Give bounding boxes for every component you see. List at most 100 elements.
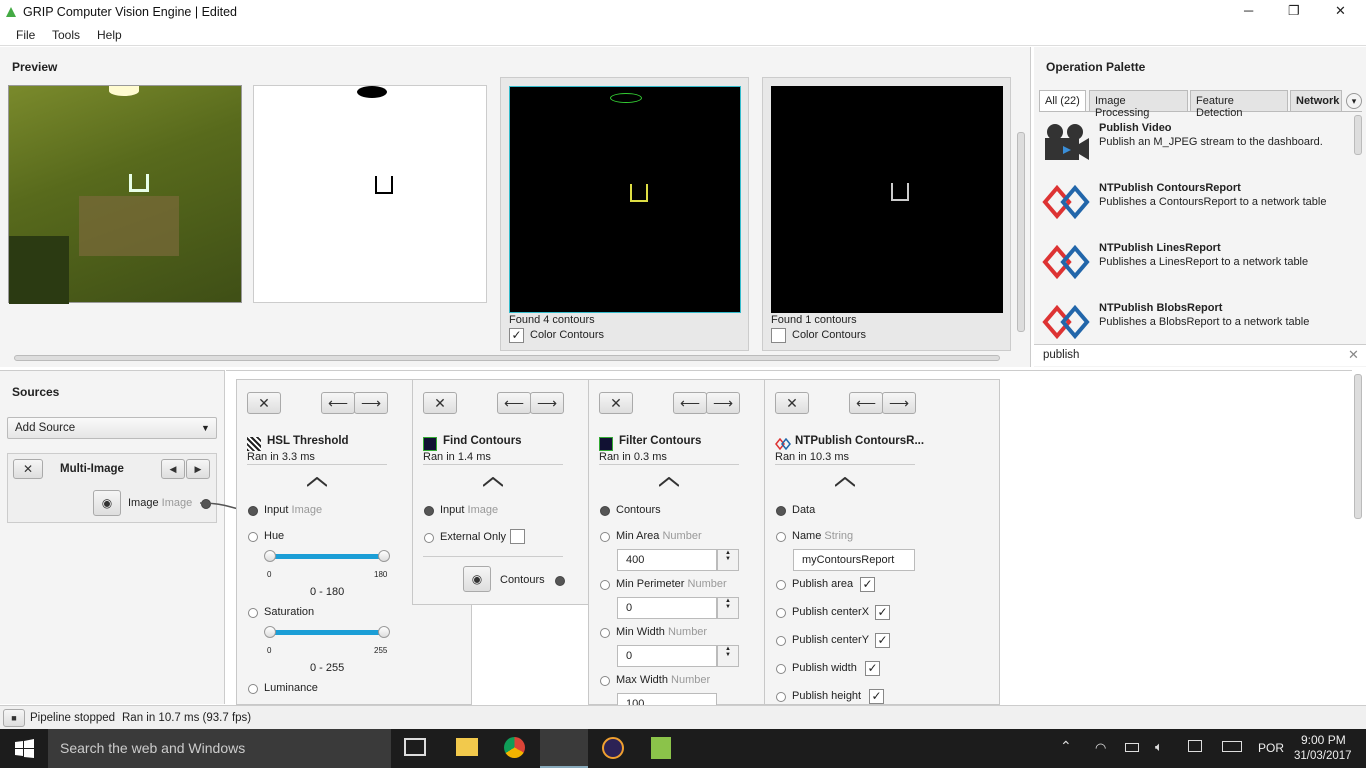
tab-feature-detection[interactable]: Feature Detection bbox=[1190, 90, 1288, 119]
sat-min-knob[interactable] bbox=[264, 626, 276, 638]
external-only-socket[interactable] bbox=[424, 533, 434, 543]
grip-taskbar-icon[interactable] bbox=[540, 729, 588, 768]
delete-step-button[interactable]: ✕ bbox=[423, 392, 457, 414]
taskbar-search-input[interactable]: Search the web and Windows bbox=[60, 740, 245, 756]
publish-area-socket[interactable] bbox=[776, 580, 786, 590]
move-right-button[interactable]: ⟶ bbox=[354, 392, 388, 414]
delete-step-button[interactable]: ✕ bbox=[775, 392, 809, 414]
clear-search-icon[interactable]: ✕ bbox=[1348, 347, 1359, 363]
remove-source-button[interactable]: ✕ bbox=[13, 459, 43, 479]
move-left-button[interactable]: ⟵ bbox=[497, 392, 531, 414]
palette-item-publish-video[interactable]: Publish Video Publish an M_JPEG stream t… bbox=[1039, 118, 1354, 178]
publish-centerx-socket[interactable] bbox=[776, 608, 786, 618]
palette-scrollbar[interactable] bbox=[1354, 115, 1362, 155]
publish-centery-socket[interactable] bbox=[776, 636, 786, 646]
collapse-icon[interactable] bbox=[307, 477, 327, 487]
clock-date[interactable]: 31/03/2017 bbox=[1294, 750, 1352, 762]
hue-socket[interactable] bbox=[248, 532, 258, 542]
chevron-up-icon[interactable]: ⌃ bbox=[1060, 738, 1072, 755]
tab-all[interactable]: All (22) bbox=[1039, 90, 1086, 112]
min-width-input[interactable]: 0 bbox=[617, 645, 717, 667]
preview-vscrollbar[interactable] bbox=[1017, 132, 1025, 332]
hue-max-knob[interactable] bbox=[378, 550, 390, 562]
data-input-socket[interactable] bbox=[776, 506, 786, 516]
color-contours-checkbox-2[interactable] bbox=[771, 328, 786, 343]
move-left-button[interactable]: ⟵ bbox=[321, 392, 355, 414]
prev-image-button[interactable]: ◀ bbox=[161, 459, 185, 479]
delete-step-button[interactable]: ✕ bbox=[599, 392, 633, 414]
menu-file[interactable]: File bbox=[16, 28, 35, 42]
notifications-icon[interactable] bbox=[1188, 740, 1202, 752]
min-area-socket[interactable] bbox=[600, 532, 610, 542]
publish-height-checkbox[interactable]: ✓ bbox=[869, 689, 884, 704]
publish-centerx-checkbox[interactable]: ✓ bbox=[875, 605, 890, 620]
saturation-socket[interactable] bbox=[248, 608, 258, 618]
clock-time[interactable]: 9:00 PM bbox=[1301, 733, 1346, 747]
preview-hscrollbar[interactable] bbox=[14, 355, 1000, 361]
wifi-icon[interactable]: ◠ bbox=[1095, 740, 1106, 756]
maximize-button[interactable]: ❐ bbox=[1288, 3, 1300, 19]
eye-icon[interactable]: ◉ bbox=[93, 490, 121, 516]
eye-icon[interactable]: ◉ bbox=[463, 566, 491, 592]
collapse-icon[interactable] bbox=[835, 477, 855, 487]
delete-step-button[interactable]: ✕ bbox=[247, 392, 281, 414]
name-socket[interactable] bbox=[776, 532, 786, 542]
min-perimeter-input[interactable]: 0 bbox=[617, 597, 717, 619]
min-width-socket[interactable] bbox=[600, 628, 610, 638]
contours-output-socket[interactable] bbox=[555, 576, 565, 586]
taskbar-search[interactable]: Search the web and Windows bbox=[48, 729, 391, 768]
palette-item-ntpublish-contours[interactable]: NTPublish ContoursReport Publishes a Con… bbox=[1039, 178, 1354, 238]
input-socket[interactable] bbox=[248, 506, 258, 516]
min-area-input[interactable]: 400 bbox=[617, 549, 717, 571]
color-contours-checkbox-1[interactable]: ✓ bbox=[509, 328, 524, 343]
menu-tools[interactable]: Tools bbox=[52, 28, 80, 42]
min-perimeter-stepper[interactable]: ▲ ▼ bbox=[717, 597, 739, 619]
luminance-socket[interactable] bbox=[248, 684, 258, 694]
move-right-button[interactable]: ⟶ bbox=[530, 392, 564, 414]
keyboard-icon[interactable] bbox=[1222, 741, 1242, 752]
battery-icon[interactable] bbox=[1125, 743, 1139, 752]
collapse-icon[interactable] bbox=[483, 477, 503, 487]
max-width-socket[interactable] bbox=[600, 676, 610, 686]
minimize-button[interactable]: ─ bbox=[1244, 3, 1253, 18]
min-width-stepper[interactable]: ▲ ▼ bbox=[717, 645, 739, 667]
file-explorer-icon[interactable] bbox=[456, 738, 478, 756]
notepad-icon[interactable] bbox=[651, 737, 671, 759]
tab-network[interactable]: Network bbox=[1290, 90, 1342, 112]
language-indicator[interactable]: POR bbox=[1258, 741, 1284, 755]
chrome-icon[interactable] bbox=[504, 737, 525, 758]
publish-area-checkbox[interactable]: ✓ bbox=[860, 577, 875, 592]
windows-start-icon[interactable] bbox=[15, 739, 35, 759]
move-left-button[interactable]: ⟵ bbox=[849, 392, 883, 414]
add-source-dropdown[interactable]: Add Source ▼ bbox=[7, 417, 217, 439]
publish-height-socket[interactable] bbox=[776, 692, 786, 702]
sat-max-knob[interactable] bbox=[378, 626, 390, 638]
publish-width-socket[interactable] bbox=[776, 664, 786, 674]
publish-width-checkbox[interactable]: ✓ bbox=[865, 661, 880, 676]
tabs-overflow-icon[interactable]: ▾ bbox=[1346, 93, 1362, 109]
external-only-checkbox[interactable] bbox=[510, 529, 525, 544]
input-socket[interactable] bbox=[424, 506, 434, 516]
publish-centery-checkbox[interactable]: ✓ bbox=[875, 633, 890, 648]
palette-item-ntpublish-lines[interactable]: NTPublish LinesReport Publishes a LinesR… bbox=[1039, 238, 1354, 298]
tab-image-processing[interactable]: Image Processing bbox=[1089, 90, 1188, 119]
task-view-icon[interactable] bbox=[404, 738, 426, 756]
hue-min-knob[interactable] bbox=[264, 550, 276, 562]
move-left-button[interactable]: ⟵ bbox=[673, 392, 707, 414]
pipeline-scrollbar[interactable] bbox=[1354, 374, 1362, 519]
move-right-button[interactable]: ⟶ bbox=[882, 392, 916, 414]
saturation-slider[interactable] bbox=[270, 630, 384, 635]
min-perimeter-socket[interactable] bbox=[600, 580, 610, 590]
menu-help[interactable]: Help bbox=[97, 28, 122, 42]
close-button[interactable]: ✕ bbox=[1335, 3, 1346, 19]
contours-input-socket[interactable] bbox=[600, 506, 610, 516]
min-area-stepper[interactable]: ▲ ▼ bbox=[717, 549, 739, 571]
palette-search[interactable]: publish ✕ bbox=[1034, 344, 1366, 366]
volume-icon[interactable]: 🔈︎ bbox=[1155, 739, 1163, 755]
palette-search-input[interactable]: publish bbox=[1043, 349, 1079, 361]
collapse-icon[interactable] bbox=[659, 477, 679, 487]
eclipse-icon[interactable] bbox=[602, 737, 624, 759]
stop-icon[interactable]: ■ bbox=[3, 709, 25, 727]
hue-slider[interactable] bbox=[270, 554, 384, 559]
name-input[interactable]: myContoursReport bbox=[793, 549, 915, 571]
